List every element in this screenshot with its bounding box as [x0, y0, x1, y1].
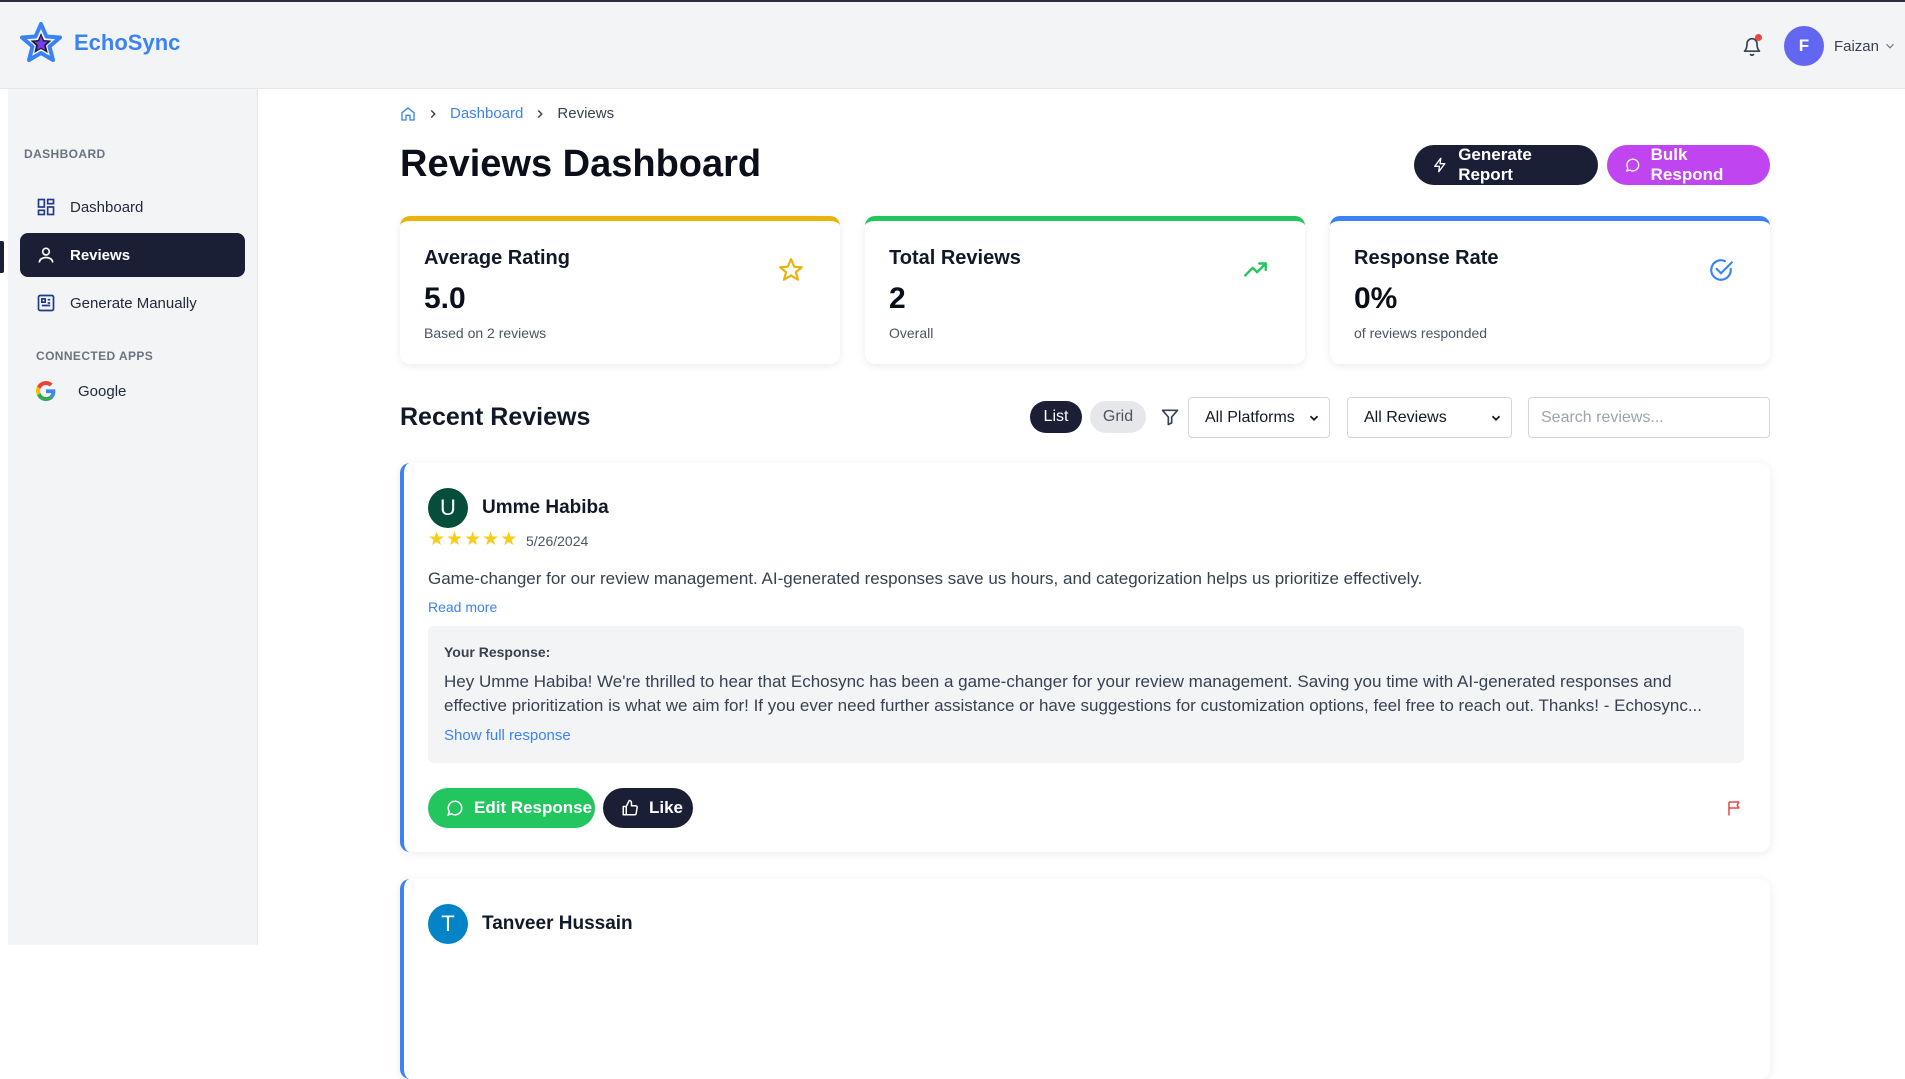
filter-icon [1161, 409, 1179, 426]
reviewer-avatar: T [428, 904, 468, 944]
message-circle-icon [1625, 158, 1640, 172]
star-filled-icon: ★ [500, 529, 518, 550]
google-icon [36, 381, 56, 401]
top-bar: EchoSync F Faizan [0, 0, 1905, 89]
sidebar-item-generate-manually[interactable]: Generate Manually [20, 281, 245, 325]
avatar[interactable]: F [1783, 26, 1824, 66]
connected-apps-label: CONNECTED APPS [36, 349, 154, 363]
response-label: Your Response: [444, 644, 551, 660]
platform-select-value: All Platforms [1205, 408, 1295, 426]
view-grid-button[interactable]: Grid [1090, 401, 1146, 433]
notification-button[interactable] [1740, 34, 1764, 58]
page-title: Reviews Dashboard [400, 143, 762, 185]
app-name: EchoSync [74, 30, 181, 55]
review-card: T Tanveer Hussain [400, 879, 1770, 1079]
user-icon [38, 247, 54, 263]
star-filled-icon: ★ [482, 529, 500, 550]
message-circle-icon [447, 800, 463, 816]
sidebar-item-label: Dashboard [70, 198, 144, 216]
home-icon[interactable] [400, 106, 416, 122]
review-date: 5/26/2024 [526, 533, 589, 549]
notification-dot [1754, 34, 1762, 41]
stat-card-total-reviews: Total Reviews 2 Overall [865, 216, 1305, 364]
reviewer-name: Umme Habiba [482, 497, 609, 518]
chevron-down-icon[interactable] [1883, 39, 1897, 53]
sidebar-section-label: DASHBOARD [24, 147, 106, 161]
review-filter-select[interactable]: All Reviews [1347, 397, 1512, 438]
platform-select[interactable]: All Platforms [1188, 397, 1330, 438]
like-button[interactable]: Like [603, 788, 693, 828]
like-label: Like [649, 798, 684, 817]
search-input[interactable] [1528, 397, 1770, 438]
read-more-link[interactable]: Read more [428, 599, 497, 615]
user-area: F Faizan [1740, 26, 1897, 66]
sidebar-item-label: Generate Manually [70, 294, 197, 312]
stat-card-average-rating: Average Rating 5.0 Based on 2 reviews [400, 216, 840, 364]
edit-response-label: Edit Response [474, 798, 593, 817]
stat-value: 2 [889, 282, 906, 315]
sidebar-edge [0, 89, 8, 945]
stat-subtitle: Based on 2 reviews [424, 325, 547, 341]
review-filter-value: All Reviews [1364, 408, 1447, 426]
stat-title: Response Rate [1354, 247, 1499, 269]
sidebar-item-label: Reviews [70, 246, 131, 264]
sidebar-item-google[interactable]: Google [20, 369, 245, 413]
active-indicator [0, 241, 4, 273]
user-name[interactable]: Faizan [1834, 38, 1879, 55]
star-logo-icon [20, 22, 62, 62]
sidebar-item-reviews[interactable]: Reviews [20, 233, 245, 277]
generate-report-button[interactable]: Generate Report [1414, 145, 1598, 185]
view-list-button[interactable]: List [1030, 401, 1082, 433]
show-full-response-link[interactable]: Show full response [444, 727, 571, 744]
generate-report-label: Generate Report [1458, 145, 1532, 184]
star-filled-icon: ★ [464, 529, 482, 550]
stat-value: 0% [1354, 282, 1398, 315]
sidebar: DASHBOARD Dashboard Reviews Generate Man… [8, 89, 258, 945]
breadcrumb-link-dashboard[interactable]: Dashboard [450, 105, 523, 122]
generate-icon [37, 294, 55, 312]
breadcrumb: Dashboard Reviews [400, 105, 614, 122]
chevron-down-icon [1309, 415, 1319, 421]
bulk-respond-button[interactable]: Bulk Respond [1607, 145, 1770, 185]
thumbs-up-icon [622, 799, 638, 816]
chevron-right-icon [430, 109, 436, 118]
stat-value: 5.0 [424, 282, 466, 315]
bulk-respond-label: Bulk Respond [1650, 145, 1724, 184]
response-text: Hey Umme Habiba! We're thrilled to hear … [444, 672, 1702, 715]
review-card: U Umme Habiba ★ ★ ★ ★ ★ 5/26/2024 Game-c… [400, 463, 1770, 852]
response-box: Your Response: Hey Umme Habiba! We're th… [428, 626, 1744, 763]
edit-response-button[interactable]: Edit Response [428, 788, 595, 828]
star-filled-icon: ★ [428, 529, 446, 550]
stat-card-response-rate: Response Rate 0% of reviews responded [1330, 216, 1770, 364]
lightning-icon [1434, 157, 1446, 173]
check-circle-icon [1710, 259, 1733, 281]
stat-subtitle: of reviews responded [1354, 325, 1488, 341]
star-icon [779, 258, 803, 281]
rating-stars: ★ ★ ★ ★ ★ [428, 529, 518, 550]
app-logo[interactable]: EchoSync [20, 22, 180, 64]
breadcrumb-current: Reviews [557, 105, 615, 122]
stat-subtitle: Overall [889, 325, 934, 341]
sidebar-item-dashboard[interactable]: Dashboard [20, 185, 245, 229]
dashboard-icon [37, 198, 55, 216]
stat-title: Total Reviews [889, 247, 1021, 269]
trending-up-icon [1243, 262, 1267, 277]
star-filled-icon: ★ [446, 529, 464, 550]
stat-title: Average Rating [424, 247, 570, 269]
sidebar-item-label: Google [78, 382, 127, 400]
chevron-right-icon [538, 109, 544, 118]
flag-icon[interactable] [1726, 799, 1744, 817]
chevron-down-icon [1491, 415, 1501, 421]
reviewer-avatar: U [428, 488, 468, 528]
reviewer-name: Tanveer Hussain [482, 913, 633, 934]
review-text: Game-changer for our review management. … [428, 569, 1423, 588]
recent-reviews-title: Recent Reviews [400, 403, 591, 431]
